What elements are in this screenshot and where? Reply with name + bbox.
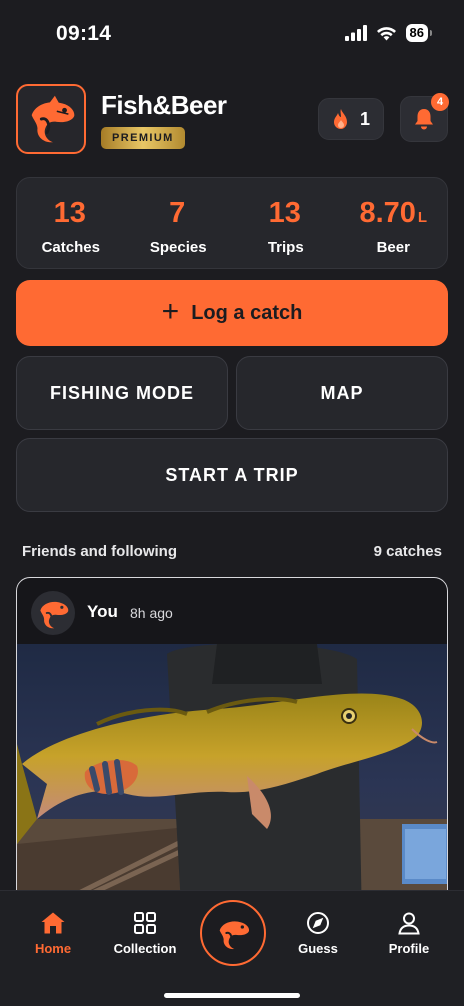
catch-photo[interactable] (17, 644, 448, 917)
app-title: Fish&Beer (101, 90, 227, 120)
compass-icon (307, 912, 329, 934)
tab-guess-label: Guess (298, 941, 338, 956)
app-header: Fish&Beer PREMIUM 1 4 (16, 84, 449, 154)
status-time: 09:14 (56, 22, 112, 45)
stats-card: 13 Catches 7 Species 13 Trips 8.70 L Beer (16, 177, 448, 269)
notification-count-badge: 4 (431, 93, 449, 111)
post-username[interactable]: You (87, 602, 118, 622)
stat-beer: 8.70 L Beer (340, 178, 448, 268)
battery-icon: 86 (405, 24, 433, 42)
tab-bar: Home Collection Guess Profile (0, 890, 464, 1006)
map-button[interactable]: MAP (236, 356, 448, 430)
home-indicator (164, 993, 300, 998)
plus-icon: + (161, 294, 180, 328)
status-icons: 86 (344, 24, 433, 42)
wifi-icon (376, 27, 396, 41)
stat-value: 13 (268, 197, 301, 229)
map-label: MAP (320, 382, 364, 403)
status-bar: 09:14 86 (0, 0, 464, 70)
tab-home[interactable]: Home (8, 911, 98, 956)
fishing-mode-label: FISHING MODE (49, 382, 194, 403)
feed-count[interactable]: 9 catches (374, 543, 442, 560)
cellular-signal-icon (344, 25, 367, 41)
tab-collection-label: Collection (113, 941, 177, 956)
stat-label: Trips (267, 239, 304, 256)
notifications-button[interactable]: 4 (400, 93, 449, 142)
stat-value: 7 (169, 197, 186, 229)
stat-catches: 13 Catches (17, 178, 125, 268)
fish-avatar-icon (40, 601, 69, 629)
streak-count: 1 (359, 108, 370, 129)
tab-home-label: Home (34, 941, 72, 956)
person-icon (398, 912, 420, 935)
stat-species: 7 Species (125, 178, 233, 268)
post-timestamp: 8h ago (130, 605, 173, 621)
grid-icon (134, 912, 156, 934)
tab-profile[interactable]: Profile (364, 911, 454, 956)
stat-value: 8.70 L (359, 197, 428, 229)
home-icon (41, 912, 65, 934)
stat-label: Catches (41, 239, 100, 256)
tab-guess[interactable]: Guess (273, 911, 363, 956)
fish-icon (219, 921, 250, 950)
streak-button[interactable]: 1 (318, 98, 384, 140)
bell-icon (415, 109, 433, 130)
feed-header: Friends and following 9 catches (22, 543, 442, 560)
avatar[interactable] (31, 591, 75, 635)
app-logo (16, 84, 86, 154)
tab-collection[interactable]: Collection (100, 911, 190, 956)
start-trip-label: START A TRIP (165, 464, 299, 485)
flame-icon (333, 109, 347, 129)
stat-trips: 13 Trips (232, 178, 340, 268)
fish-logo-icon (31, 95, 75, 143)
tab-profile-label: Profile (388, 941, 430, 956)
feed-post[interactable]: You 8h ago (16, 577, 448, 917)
fishing-mode-button[interactable]: FISHING MODE (16, 356, 228, 430)
start-trip-button[interactable]: START A TRIP (16, 438, 448, 512)
log-catch-button[interactable]: + Log a catch (16, 280, 448, 346)
stat-label: Beer (376, 239, 410, 256)
stat-label: Species (149, 239, 207, 256)
stat-value: 13 (53, 197, 86, 229)
log-catch-label: Log a catch (191, 301, 303, 324)
feed-title: Friends and following (22, 543, 177, 560)
premium-badge: PREMIUM (101, 127, 185, 149)
center-fish-button[interactable] (200, 900, 266, 966)
